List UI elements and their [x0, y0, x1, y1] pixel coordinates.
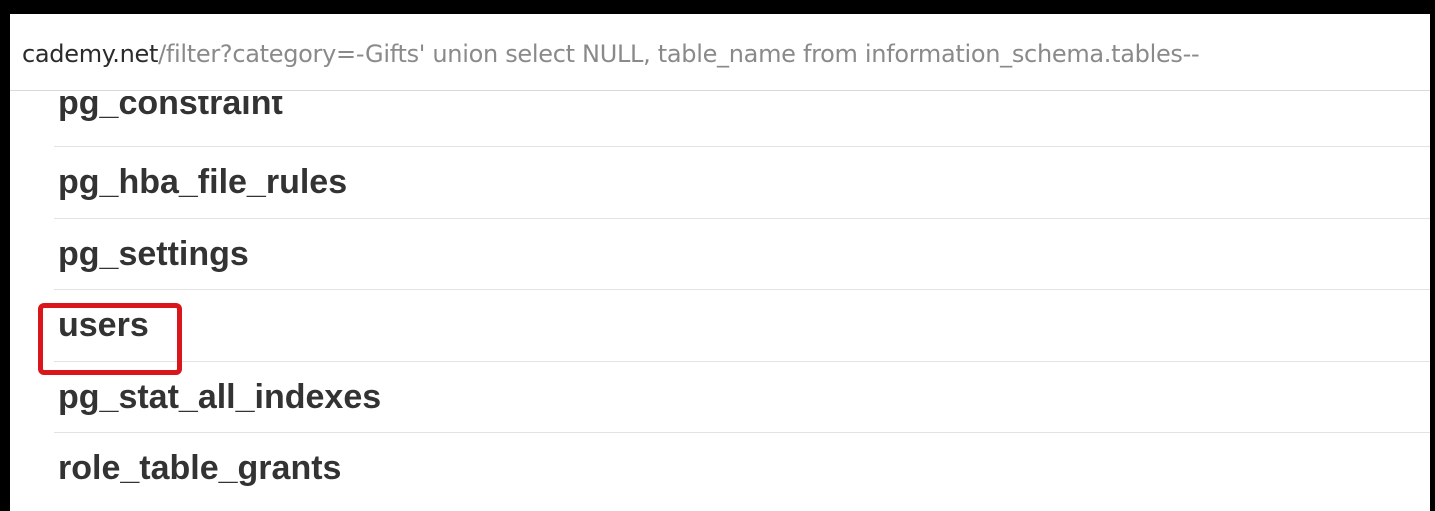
list-item: pg_stat_all_indexes [54, 360, 1430, 433]
url-text[interactable]: cademy.net/filter?category=-Gifts' union… [22, 40, 1200, 68]
table-name: users [58, 306, 149, 344]
table-name: role_table_grants [58, 449, 342, 487]
table-name: pg_constraint [58, 84, 283, 122]
table-name: pg_hba_file_rules [58, 163, 348, 201]
list-item: pg_settings [54, 217, 1430, 290]
list-item: role_table_grants [54, 432, 1430, 504]
table-name-list: pg_constraint pg_hba_file_rules pg_setti… [54, 90, 1430, 511]
url-path: /filter?category=-Gifts' union select NU… [158, 40, 1200, 68]
table-name: pg_settings [58, 234, 249, 273]
screenshot-frame: cademy.net/filter?category=-Gifts' union… [0, 0, 1435, 511]
browser-viewport: cademy.net/filter?category=-Gifts' union… [10, 14, 1430, 511]
list-item: pg_hba_file_rules [54, 146, 1430, 218]
address-bar[interactable]: cademy.net/filter?category=-Gifts' union… [10, 14, 1430, 91]
list-item: pg_constraint [54, 90, 1430, 146]
url-host: cademy.net [22, 40, 159, 68]
list-item-users: users [54, 289, 1430, 361]
table-name: pg_stat_all_indexes [58, 377, 382, 416]
